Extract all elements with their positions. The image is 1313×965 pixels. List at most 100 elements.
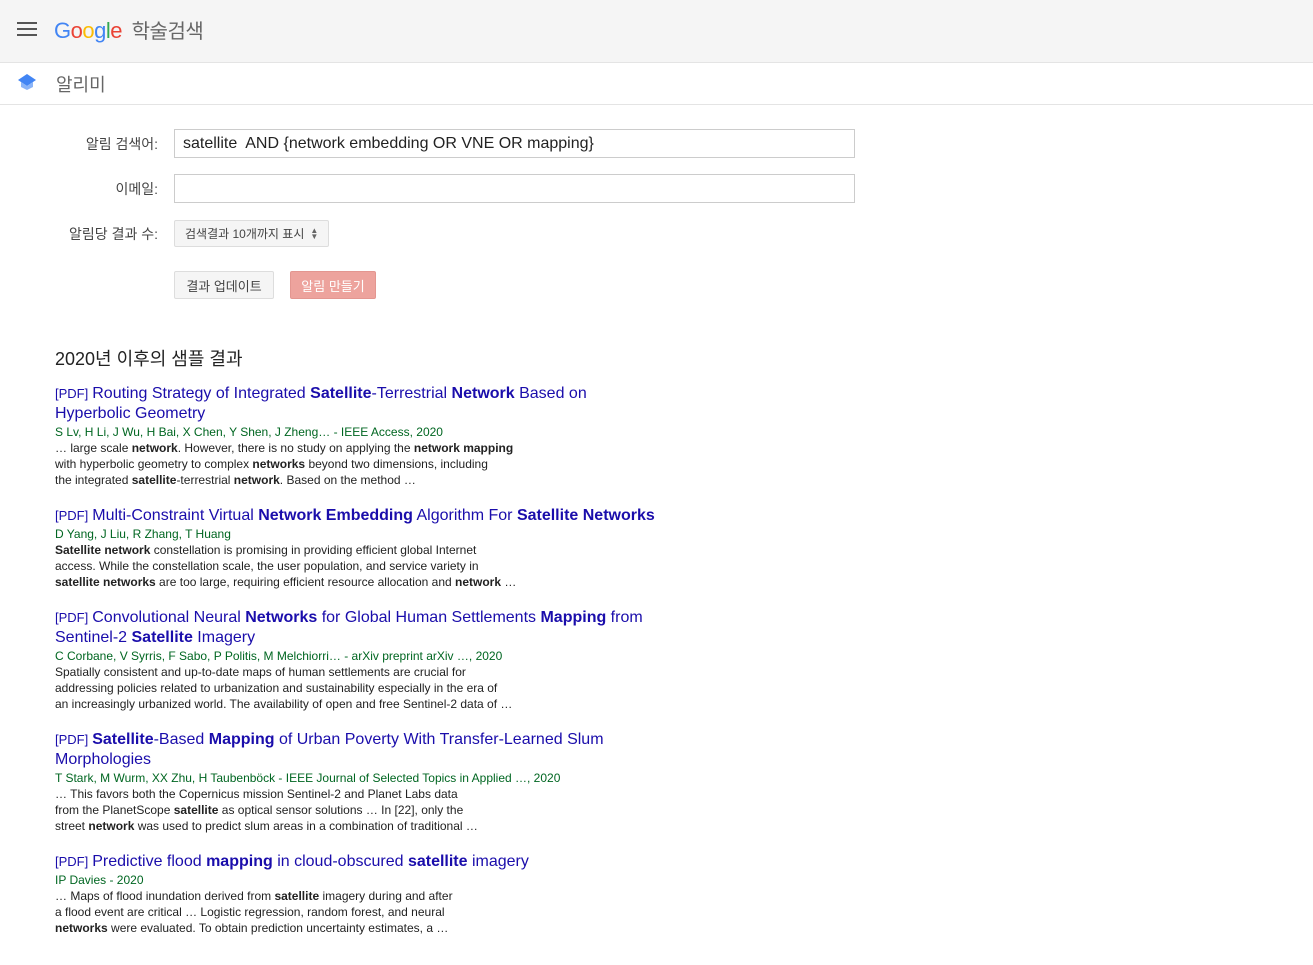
scholar-cap-icon [18, 74, 36, 90]
text-segment: beyond two dimensions, including [305, 457, 488, 471]
snippet-line: … This favors both the Copernicus missio… [55, 786, 655, 802]
text-segment: in cloud-obscured [272, 853, 408, 870]
email-label: 이메일: [115, 181, 158, 197]
text-segment: for Global Human Settlements [317, 609, 541, 626]
snippet-line: Spatially consistent and up-to-date maps… [55, 664, 655, 680]
query-label: 알림 검색어: [85, 136, 158, 152]
result-title-link[interactable]: [PDF] Routing Strategy of Integrated Sate… [55, 384, 655, 424]
result-item: [PDF] Multi-Constraint Virtual Network Em… [55, 506, 655, 590]
highlighted-term: Satellite [92, 731, 154, 748]
highlighted-term: network mapping [413, 441, 514, 455]
result-authors: D Yang, J Liu, R Zhang, T Huang [55, 527, 231, 541]
pdf-tag: [PDF] [55, 732, 89, 747]
text-segment: with hyperbolic geometry to complex [55, 457, 253, 471]
page-title: 알리미 [56, 75, 106, 95]
highlighted-term: networks [55, 921, 108, 935]
google-scholar-logo[interactable]: Google 학술검색 [54, 15, 204, 44]
highlighted-term: network [455, 575, 502, 589]
snippet-line: … Maps of flood inundation derived from … [55, 888, 655, 904]
text-segment: was used to predict slum areas in a comb… [134, 819, 478, 833]
result-authors: IP Davies - 2020 [55, 873, 144, 887]
highlighted-term: Mapping [540, 609, 607, 626]
text-segment: Imagery [192, 629, 256, 646]
pdf-tag: [PDF] [55, 854, 89, 869]
text-segment: … large scale [55, 441, 132, 455]
logo-letter: g [94, 18, 106, 43]
text-segment: . However, there is no study on applying… [177, 441, 414, 455]
text-segment: Routing Strategy of Integrated [92, 385, 311, 402]
result-item: [PDF] Predictive flood mapping in cloud-o… [55, 852, 655, 936]
text-segment: … This favors both the Copernicus missio… [55, 787, 458, 801]
result-title-link[interactable]: [PDF] Predictive flood mapping in cloud-o… [55, 852, 655, 872]
highlighted-term: Network [451, 385, 515, 402]
text-segment: constellation is promising in providing … [150, 543, 477, 557]
text-segment: addressing policies related to urbanizat… [55, 681, 498, 695]
text-segment: Predictive flood [92, 853, 207, 870]
text-segment: Algorithm For [412, 507, 517, 524]
result-count-select[interactable]: 검색결과 10개까지 표시 ▲ ▼ [174, 220, 330, 247]
highlighted-term: satellite [173, 803, 219, 817]
snippet-line: from the PlanetScope satellite as optica… [55, 802, 655, 818]
result-title-link[interactable]: [PDF] Convolutional Neural Networks for G… [55, 608, 655, 648]
highlighted-term: network [131, 441, 178, 455]
product-name: 학술검색 [131, 21, 204, 43]
highlighted-term: satellite [274, 889, 320, 903]
text-segment: -Terrestrial [371, 385, 452, 402]
text-segment: imagery [467, 853, 529, 870]
snippet-line: … large scale network. However, there is… [55, 440, 655, 456]
result-title-link[interactable]: [PDF] Satellite-Based Mapping of Urban Po… [55, 730, 655, 770]
text-segment: access. While the constellation scale, t… [55, 559, 479, 573]
result-authors: C Corbane, V Syrris, F Sabo, P Politis, … [55, 649, 503, 663]
snippet-line: Satellite network constellation is promi… [55, 542, 655, 558]
snippet-line: a flood event are critical … Logistic re… [55, 904, 655, 920]
logo-letter: o [70, 18, 83, 43]
highlighted-term: Satellite Networks [516, 507, 655, 524]
page-subheader [0, 63, 1313, 105]
result-count-value: 검색결과 10개까지 표시 [185, 227, 305, 241]
highlighted-term: Satellite [131, 629, 193, 646]
logo-letter: G [54, 18, 71, 43]
highlighted-term: network [233, 473, 280, 487]
result-authors: T Stark, M Wurm, XX Zhu, H Taubenböck - … [55, 771, 561, 785]
sample-results-heading: 2020년 이후의 샘플 결과 [55, 349, 243, 369]
text-segment: … [501, 575, 517, 589]
highlighted-term: Satellite network [55, 543, 151, 557]
text-segment: from the PlanetScope [55, 803, 174, 817]
highlighted-term: satellite networks [55, 575, 156, 589]
text-segment: street [55, 819, 89, 833]
results-list: [PDF] Routing Strategy of Integrated Sate… [55, 384, 655, 954]
text-segment: . Based on the method … [279, 473, 416, 487]
text-segment: … Maps of flood inundation derived from [55, 889, 275, 903]
text-segment: Multi-Constraint Virtual [92, 507, 259, 524]
result-item: [PDF] Satellite-Based Mapping of Urban Po… [55, 730, 655, 834]
alert-query-input[interactable] [174, 129, 855, 158]
highlighted-term: Network Embedding [258, 507, 413, 524]
text-segment: -Based [153, 731, 209, 748]
result-count-label: 알림당 결과 수: [69, 226, 158, 242]
text-segment: a flood event are critical … Logistic re… [55, 905, 445, 919]
create-alert-button[interactable]: 알림 만들기 [290, 271, 376, 299]
select-arrows-icon: ▲ ▼ [310, 225, 319, 241]
pdf-tag: [PDF] [55, 610, 89, 625]
highlighted-term: networks [252, 457, 306, 471]
pdf-tag: [PDF] [55, 386, 89, 401]
snippet-line: with hyperbolic geometry to complex netw… [55, 456, 655, 472]
text-segment: an increasingly urbanized world. The ava… [55, 697, 513, 711]
email-field[interactable] [174, 174, 855, 203]
text-segment: Convolutional Neural [92, 609, 246, 626]
result-item: [PDF] Routing Strategy of Integrated Sate… [55, 384, 655, 488]
text-segment: are too large, requiring efficient resou… [155, 575, 456, 589]
logo-letter: e [110, 18, 123, 43]
text-segment: the integrated [55, 473, 132, 487]
menu-icon[interactable] [17, 22, 37, 38]
text-segment: Spatially consistent and up-to-date maps… [55, 665, 466, 679]
snippet-line: street network was used to predict slum … [55, 818, 655, 834]
text-segment: were evaluated. To obtain prediction unc… [107, 921, 449, 935]
pdf-tag: [PDF] [55, 508, 89, 523]
text-segment: -terrestrial [176, 473, 234, 487]
update-results-button[interactable]: 결과 업데이트 [174, 271, 274, 299]
text-segment: as optical sensor solutions … In [22], o… [218, 803, 464, 817]
snippet-line: the integrated satellite-terrestrial net… [55, 472, 655, 488]
result-title-link[interactable]: [PDF] Multi-Constraint Virtual Network Em… [55, 506, 655, 526]
result-item: [PDF] Convolutional Neural Networks for G… [55, 608, 655, 712]
